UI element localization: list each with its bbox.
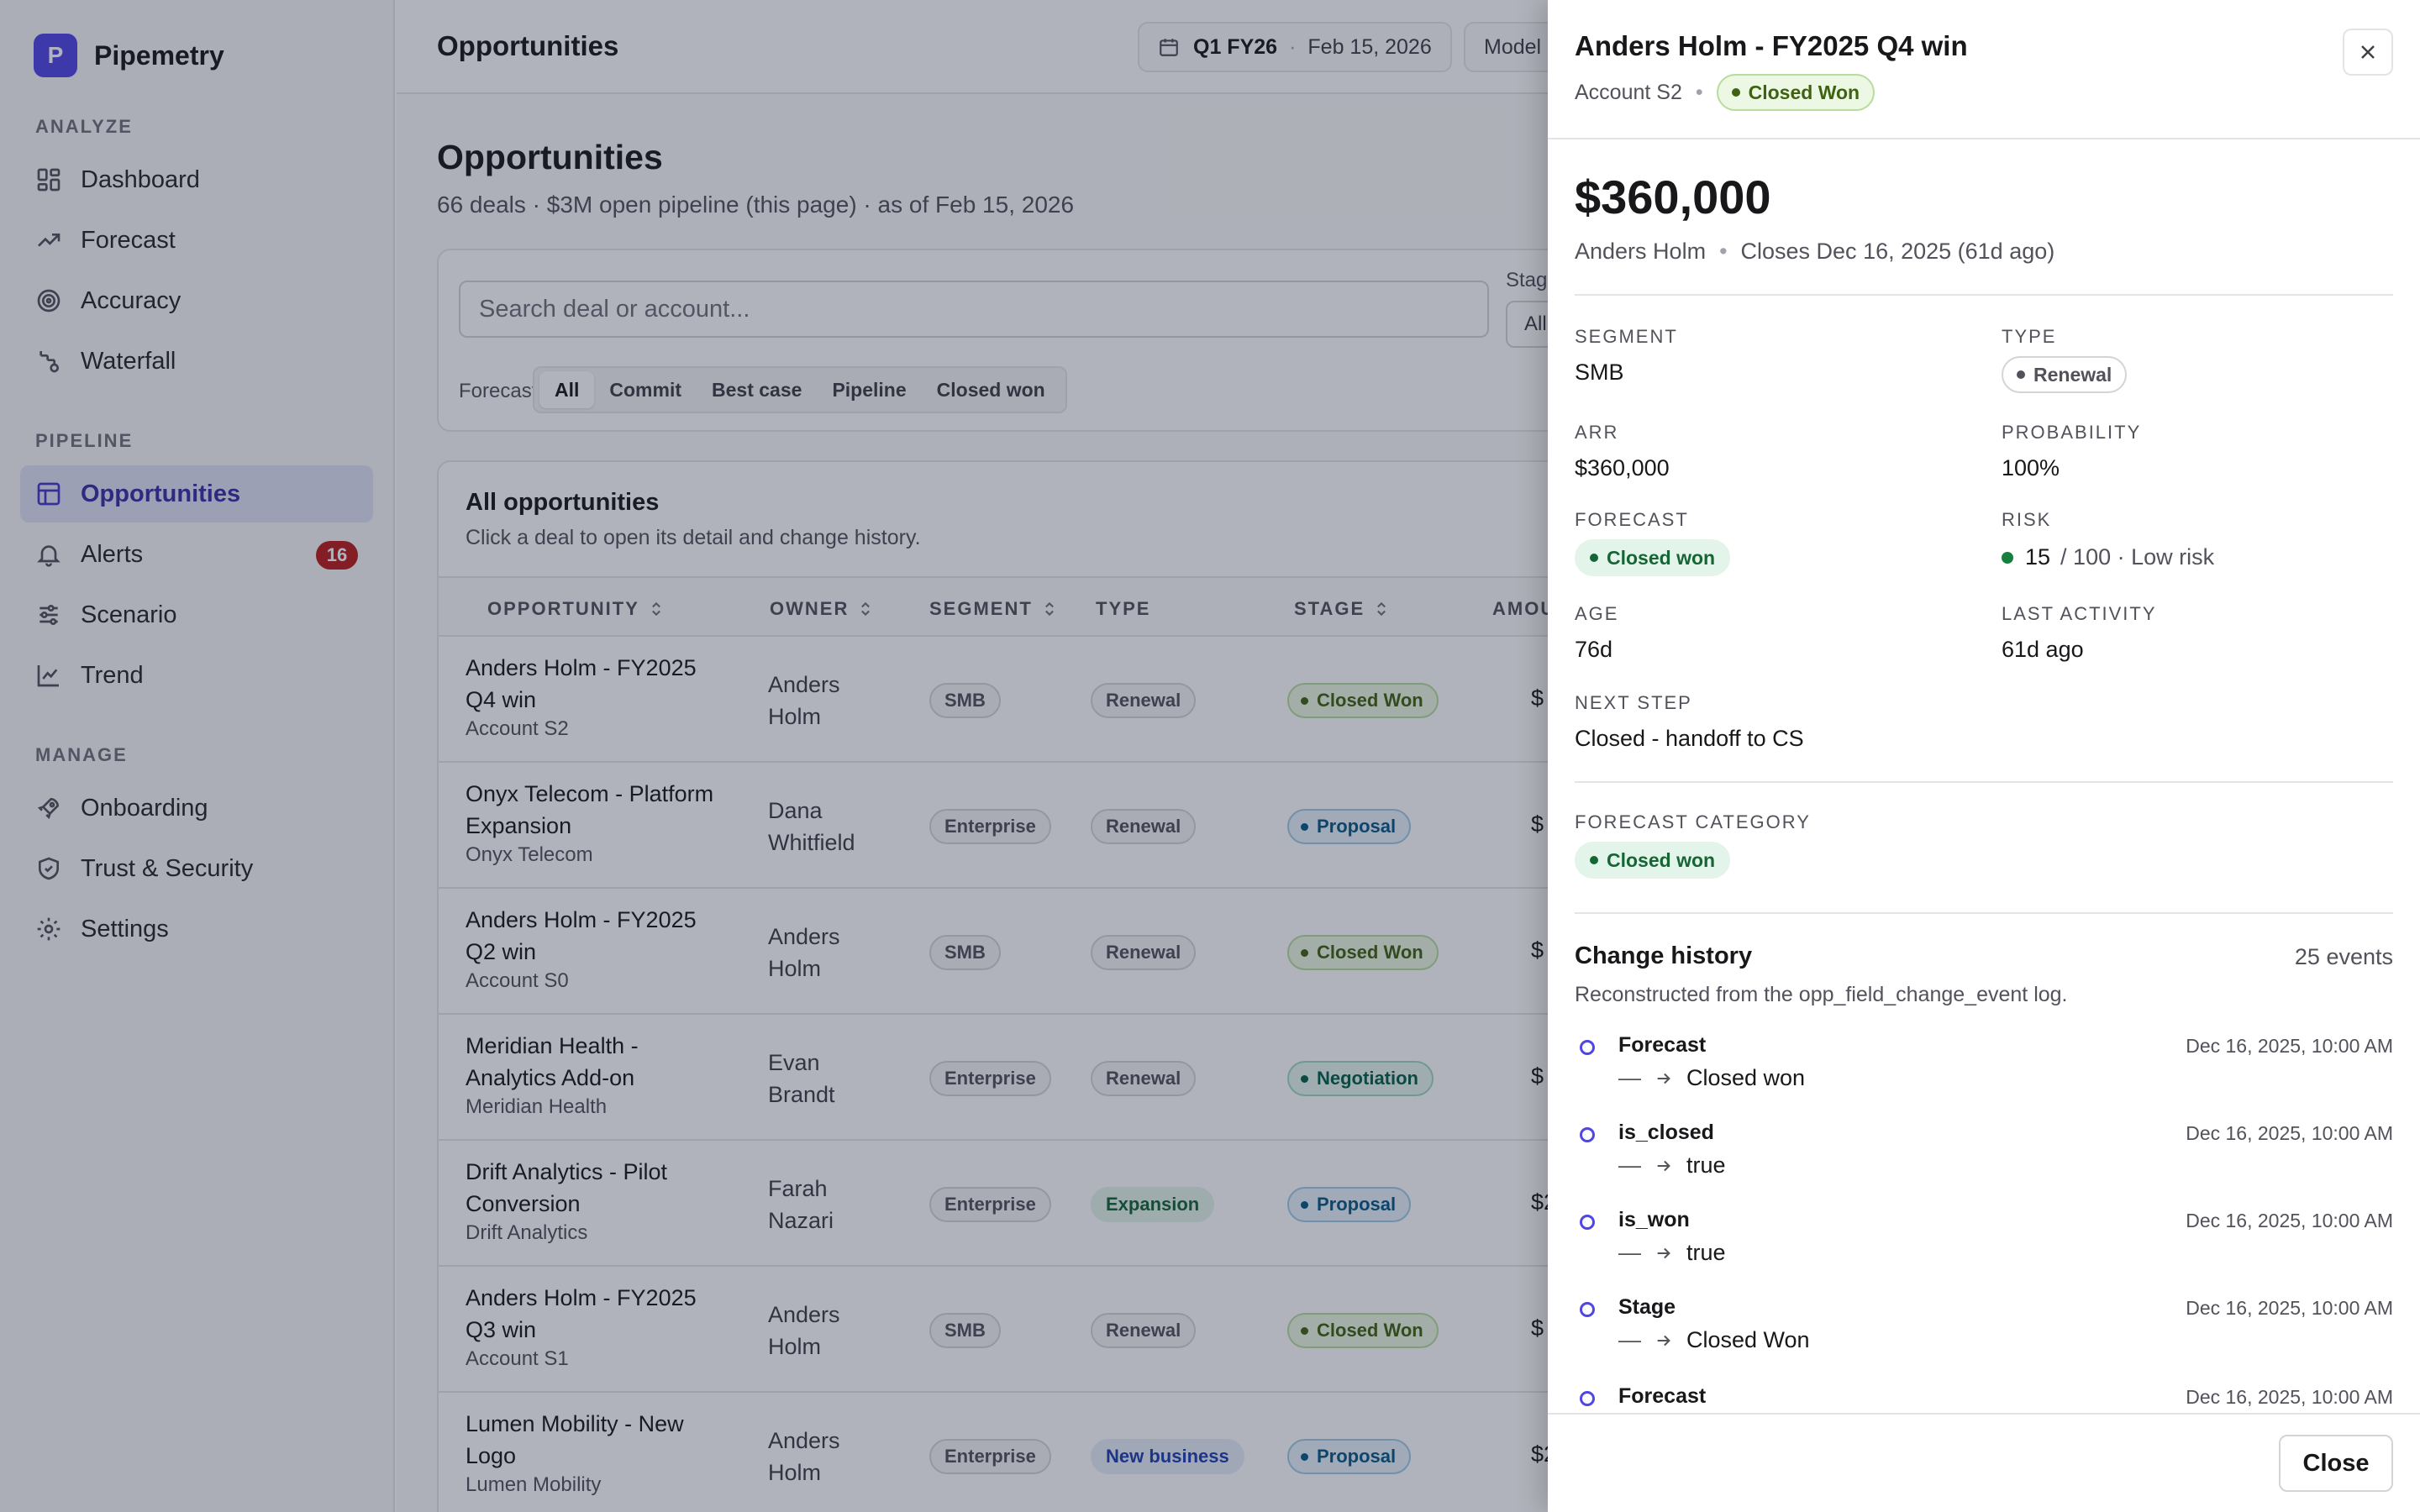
drawer-account: Account S2 — [1575, 80, 1682, 104]
event-to: true — [1686, 1152, 1726, 1178]
deal-owner: Anders Holm — [1575, 239, 1707, 264]
next-step-value: Closed - handoff to CS — [1575, 726, 1804, 751]
arrow-right-icon — [1657, 1335, 1670, 1346]
event-to: true — [1686, 1240, 1726, 1265]
forecast-label: FORECAST — [1575, 509, 1689, 530]
divider — [1575, 294, 2393, 296]
event-change: — Closed Won — [1618, 1327, 1810, 1353]
drawer-close-icon-button[interactable] — [2343, 29, 2393, 76]
risk-label: RISK — [2002, 509, 2052, 530]
opportunity-detail-drawer: Anders Holm - FY2025 Q4 win Account S2 •… — [1548, 0, 2420, 1512]
history-event: is_closed Dec 16, 2025, 10:00 AM — true — [1575, 1121, 2393, 1208]
status-dot — [1731, 88, 1740, 97]
arrow-right-icon — [1657, 1073, 1670, 1084]
status-dot — [1590, 856, 1598, 864]
history-event: is_won Dec 16, 2025, 10:00 AM — true — [1575, 1208, 2393, 1295]
history-event: Forecast Dec 16, 2025, 10:00 AM — Closed… — [1575, 1033, 2393, 1121]
arr-label: ARR — [1575, 422, 1619, 443]
event-change: — true — [1618, 1152, 1726, 1179]
arrow-right-icon — [1657, 1247, 1670, 1258]
deal-summary: Anders Holm • Closes Dec 16, 2025 (61d a… — [1575, 239, 2054, 265]
timeline-dot — [1580, 1040, 1595, 1055]
divider — [1575, 781, 2393, 783]
event-from: — — [1618, 1065, 1641, 1090]
last-activity-value: 61d ago — [2002, 637, 2084, 662]
forecast-badge-label: Closed won — [1607, 546, 1716, 569]
forecast-category-badge-label: Closed won — [1607, 848, 1716, 871]
close-icon — [2361, 45, 2375, 59]
last-activity-label: LAST ACTIVITY — [2002, 603, 2157, 624]
age-label: AGE — [1575, 603, 1619, 624]
event-time: Dec 16, 2025, 10:00 AM — [2186, 1210, 2393, 1231]
drawer-subtitle: Account S2 • Closed Won — [1575, 74, 1876, 111]
next-step-label: NEXT STEP — [1575, 692, 1692, 713]
event-from: — — [1618, 1240, 1641, 1265]
type-value: Renewal — [2002, 356, 2128, 393]
risk-score: 15 — [2025, 544, 2051, 570]
event-time: Dec 16, 2025, 10:00 AM — [2186, 1297, 2393, 1319]
forecast-category-badge: Closed won — [1575, 842, 1731, 879]
type-label: TYPE — [2002, 326, 2057, 347]
event-change: — Closed won — [1618, 1065, 1805, 1091]
deal-summary-separator: • — [1719, 239, 1728, 264]
arr-value: $360,000 — [1575, 455, 1670, 480]
forecast-category-value: Closed won — [1575, 842, 1731, 879]
type-badge-label: Renewal — [2033, 363, 2112, 386]
event-change: — true — [1618, 1240, 1726, 1266]
risk-status-dot — [2002, 551, 2013, 564]
stage-badge-label: Closed Won — [1748, 81, 1860, 103]
event-time: Dec 16, 2025, 10:00 AM — [2186, 1122, 2393, 1144]
forecast-badge: Closed won — [1575, 539, 1731, 576]
drawer-header: Anders Holm - FY2025 Q4 win Account S2 •… — [1548, 0, 2420, 139]
stage-badge: Closed Won — [1716, 74, 1876, 111]
event-time: Dec 16, 2025, 10:00 AM — [2186, 1386, 2393, 1408]
event-field: is_won — [1618, 1208, 1690, 1231]
event-field: Stage — [1618, 1295, 1676, 1319]
timeline-dot — [1580, 1127, 1595, 1142]
status-dot — [2017, 370, 2025, 379]
segment-label: SEGMENT — [1575, 326, 1678, 347]
drawer-backdrop[interactable] — [0, 0, 1548, 1512]
drawer-footer: Close — [1548, 1413, 2420, 1512]
event-field: is_closed — [1618, 1121, 1714, 1144]
status-dot — [1590, 554, 1598, 562]
change-history-title: Change history — [1575, 942, 1753, 969]
segment-value: SMB — [1575, 360, 1624, 385]
event-to: Closed Won — [1686, 1327, 1810, 1352]
event-from: — — [1618, 1152, 1641, 1178]
history-event: Forecast Dec 16, 2025, 10:00 AM — [1575, 1384, 2393, 1413]
event-field: Forecast — [1618, 1384, 1707, 1408]
drawer-subtitle-separator: • — [1695, 80, 1703, 104]
risk-detail: / 100 · Low risk — [2060, 544, 2215, 570]
event-time: Dec 16, 2025, 10:00 AM — [2186, 1035, 2393, 1057]
close-button[interactable]: Close — [2279, 1435, 2393, 1492]
age-value: 76d — [1575, 637, 1613, 662]
change-history-count: 25 events — [2294, 944, 2393, 969]
risk-value: 15 / 100 · Low risk — [2002, 544, 2214, 570]
event-to: Closed won — [1686, 1065, 1806, 1090]
timeline-dot — [1580, 1215, 1595, 1230]
type-badge: Renewal — [2002, 356, 2128, 393]
drawer-title: Anders Holm - FY2025 Q4 win — [1575, 30, 1968, 61]
event-field: Forecast — [1618, 1033, 1707, 1057]
forecast-value: Closed won — [1575, 539, 1731, 576]
deal-close-date: Closes Dec 16, 2025 (61d ago) — [1740, 239, 2055, 264]
drawer-body[interactable]: $360,000 Anders Holm • Closes Dec 16, 20… — [1575, 139, 2393, 1413]
arrow-right-icon — [1657, 1160, 1670, 1171]
timeline-dot — [1580, 1302, 1595, 1317]
timeline-dot — [1580, 1391, 1595, 1406]
probability-label: PROBABILITY — [2002, 422, 2142, 443]
probability-value: 100% — [2002, 455, 2060, 480]
divider — [1575, 912, 2393, 914]
deal-amount: $360,000 — [1575, 171, 1771, 223]
forecast-category-label: FORECAST CATEGORY — [1575, 811, 1811, 832]
event-from: — — [1618, 1327, 1641, 1352]
history-event: Stage Dec 16, 2025, 10:00 AM — Closed Wo… — [1575, 1295, 2393, 1383]
change-history-subtitle: Reconstructed from the opp_field_change_… — [1575, 983, 2068, 1006]
